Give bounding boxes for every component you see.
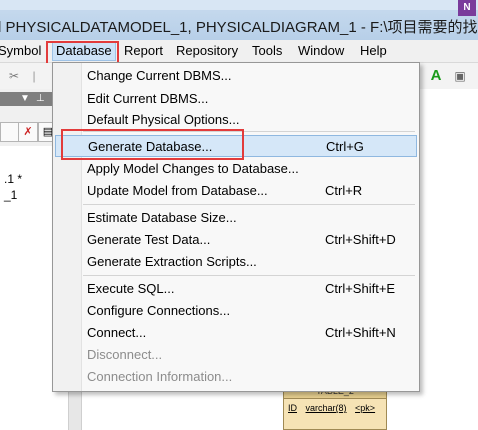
menu-item-shortcut: Ctrl+Shift+N bbox=[325, 325, 396, 340]
menu-item-label: Connect... bbox=[87, 325, 147, 340]
title-bar: l PHYSICALDATAMODEL_1, PHYSICALDIAGRAM_1… bbox=[0, 0, 478, 40]
menu-item-edit-dbms[interactable]: Edit Current DBMS... bbox=[55, 88, 417, 109]
dropdown-arrow-icon[interactable]: ▼ bbox=[20, 93, 30, 104]
panel-header: ▼ ⊥ bbox=[0, 92, 52, 106]
menu-separator bbox=[83, 275, 415, 276]
menu-item-apply-model-changes[interactable]: Apply Model Changes to Database... bbox=[55, 158, 417, 179]
left-panel-tools: ✗ ▤ bbox=[0, 122, 58, 144]
menu-item-label: Connection Information... bbox=[87, 369, 233, 384]
menu-item-estimate-size[interactable]: Estimate Database Size... bbox=[55, 207, 417, 228]
menu-item-shortcut: Ctrl+Shift+D bbox=[325, 232, 396, 247]
menu-repository[interactable]: Repository bbox=[176, 43, 238, 59]
delete-icon[interactable]: ✗ bbox=[18, 122, 38, 142]
pin-icon[interactable]: ⊥ bbox=[36, 93, 45, 104]
menu-item-label: Apply Model Changes to Database... bbox=[87, 161, 299, 176]
menu-item-label: Execute SQL... bbox=[87, 281, 175, 296]
window-title: l PHYSICALDATAMODEL_1, PHYSICALDIAGRAM_1… bbox=[0, 19, 478, 36]
column-key: <pk> bbox=[355, 403, 376, 413]
menu-tools[interactable]: Tools bbox=[252, 43, 282, 59]
generate-database-highlight bbox=[61, 129, 244, 160]
menu-item-label: Disconnect... bbox=[87, 347, 163, 362]
image-icon[interactable]: ▣ bbox=[452, 68, 468, 84]
menu-item-configure-connections[interactable]: Configure Connections... bbox=[55, 300, 417, 321]
menu-item-label: Generate Test Data... bbox=[87, 232, 211, 247]
menu-item-label: Configure Connections... bbox=[87, 303, 231, 318]
menu-item-label: Estimate Database Size... bbox=[87, 210, 237, 225]
menu-item-change-dbms[interactable]: Change Current DBMS... bbox=[55, 65, 417, 86]
menu-item-update-model[interactable]: Update Model from Database... Ctrl+R bbox=[55, 180, 417, 201]
menu-item-label: Generate Extraction Scripts... bbox=[87, 254, 257, 269]
tree-item-1[interactable]: .1 * bbox=[4, 172, 22, 186]
menu-item-disconnect[interactable]: Disconnect... bbox=[55, 344, 417, 365]
menu-item-execute-sql[interactable]: Execute SQL... Ctrl+Shift+E bbox=[55, 278, 417, 299]
font-a-icon[interactable]: A bbox=[428, 68, 444, 84]
menu-item-label: Change Current DBMS... bbox=[87, 68, 232, 83]
scissors-icon[interactable]: ✂ bbox=[6, 68, 22, 84]
menu-separator bbox=[83, 204, 415, 205]
menu-item-default-physical-options[interactable]: Default Physical Options... bbox=[55, 109, 417, 130]
onenote-icon[interactable]: N bbox=[458, 0, 476, 16]
menu-item-shortcut: Ctrl+R bbox=[325, 183, 363, 198]
menu-item-shortcut: Ctrl+Shift+E bbox=[325, 281, 396, 296]
menu-window[interactable]: Window bbox=[298, 43, 344, 59]
tree-item-2[interactable]: _1 bbox=[4, 188, 17, 202]
menu-report[interactable]: Report bbox=[124, 43, 163, 59]
menu-item-label: Update Model from Database... bbox=[87, 183, 268, 198]
menu-item-generate-extraction-scripts[interactable]: Generate Extraction Scripts... bbox=[55, 251, 417, 272]
menu-item-shortcut: Ctrl+G bbox=[326, 139, 364, 154]
column-type: varchar(8) bbox=[305, 403, 347, 413]
menu-item-label: Default Physical Options... bbox=[87, 112, 240, 127]
database-dropdown-menu: Change Current DBMS... Edit Current DBMS… bbox=[52, 62, 420, 392]
table-row: ID varchar(8) <pk> bbox=[288, 403, 381, 413]
right-toolbar: A ▣ bbox=[420, 64, 478, 86]
menu-help[interactable]: Help bbox=[360, 43, 387, 59]
model-tree: .1 * _1 bbox=[0, 146, 52, 430]
menu-item-connect[interactable]: Connect... Ctrl+Shift+N bbox=[55, 322, 417, 343]
separator-icon: | bbox=[32, 69, 36, 83]
menu-symbol[interactable]: Symbol bbox=[0, 43, 41, 59]
menu-item-connection-information[interactable]: Connection Information... bbox=[55, 366, 417, 387]
panel-btn-1[interactable] bbox=[0, 122, 20, 142]
menu-item-label: Edit Current DBMS... bbox=[87, 91, 209, 106]
menu-item-generate-test-data[interactable]: Generate Test Data... Ctrl+Shift+D bbox=[55, 229, 417, 250]
column-name: ID bbox=[288, 403, 297, 413]
title-top-strip bbox=[0, 0, 478, 10]
